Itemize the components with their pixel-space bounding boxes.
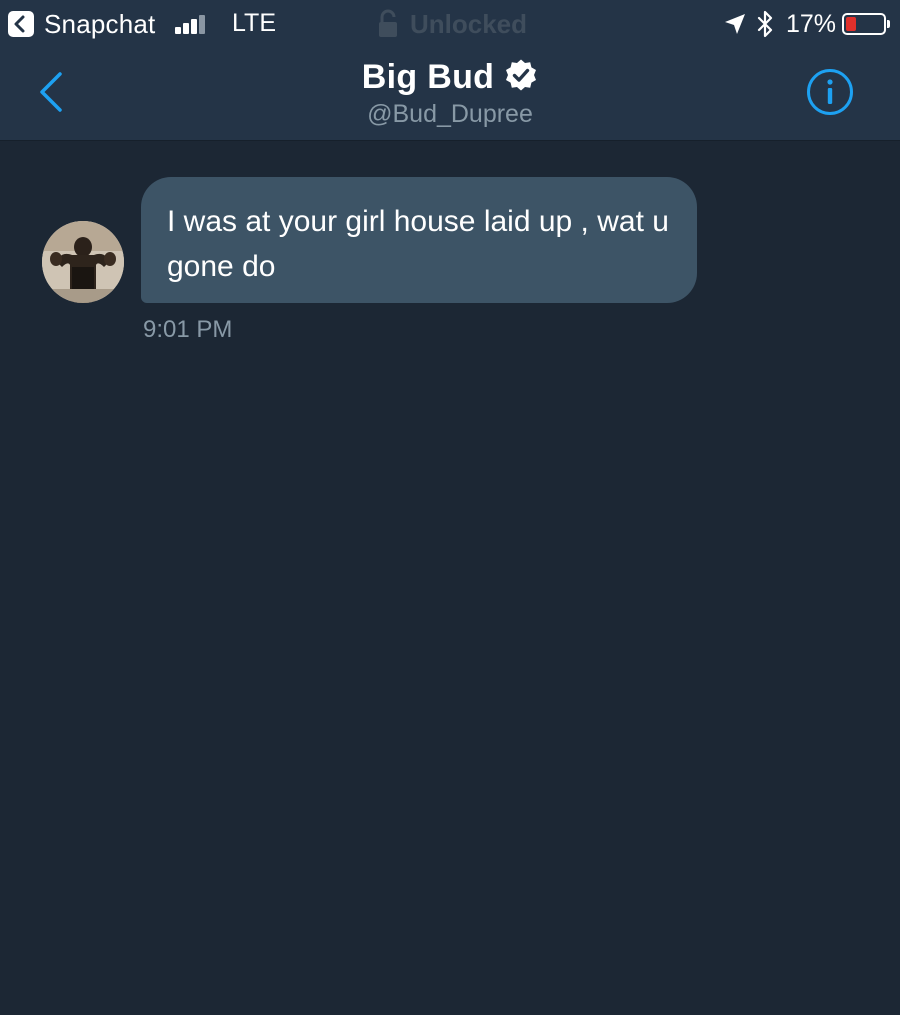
bluetooth-icon: [757, 10, 773, 38]
message-thread[interactable]: I was at your girl house laid up , wat u…: [0, 141, 900, 1015]
signal-bars-icon: [175, 14, 211, 34]
battery-icon: [842, 13, 886, 35]
battery-cap: [887, 20, 890, 28]
contact-handle: @Bud_Dupree: [367, 100, 533, 128]
info-icon: [807, 69, 853, 115]
back-app-icon: [8, 11, 34, 37]
message-bubble[interactable]: I was at your girl house laid up , wat u…: [141, 177, 697, 303]
back-app-label: Snapchat: [44, 8, 156, 39]
verified-badge-icon: [504, 58, 538, 97]
lock-status: Unlocked: [378, 7, 527, 41]
dm-screen: Snapchat LTE Unlocked 17% Big Bud @Bud_D…: [0, 0, 900, 1015]
status-right-group: 17%: [724, 8, 890, 40]
battery-level-fill: [846, 17, 856, 31]
back-button[interactable]: [30, 68, 74, 116]
info-button[interactable]: [806, 68, 854, 116]
lock-status-label: Unlocked: [410, 8, 528, 39]
conversation-header: Big Bud @Bud_Dupree: [0, 48, 900, 141]
back-chevron-icon: [40, 72, 62, 112]
lock-icon: [379, 9, 397, 37]
network-type: LTE: [232, 9, 276, 37]
battery-percentage: 17%: [785, 9, 836, 38]
back-to-app-button[interactable]: Snapchat: [8, 9, 155, 39]
message-text: I was at your girl house laid up , wat u…: [167, 205, 669, 283]
status-bar: Snapchat LTE Unlocked 17%: [0, 0, 900, 48]
contact-name: Big Bud: [361, 58, 495, 96]
location-arrow-icon: [724, 14, 745, 34]
avatar[interactable]: [42, 221, 124, 303]
contact-name-row: Big Bud: [362, 58, 538, 97]
contact-title-block[interactable]: Big Bud @Bud_Dupree: [250, 58, 650, 129]
message-timestamp: 9:01 PM: [143, 316, 233, 343]
